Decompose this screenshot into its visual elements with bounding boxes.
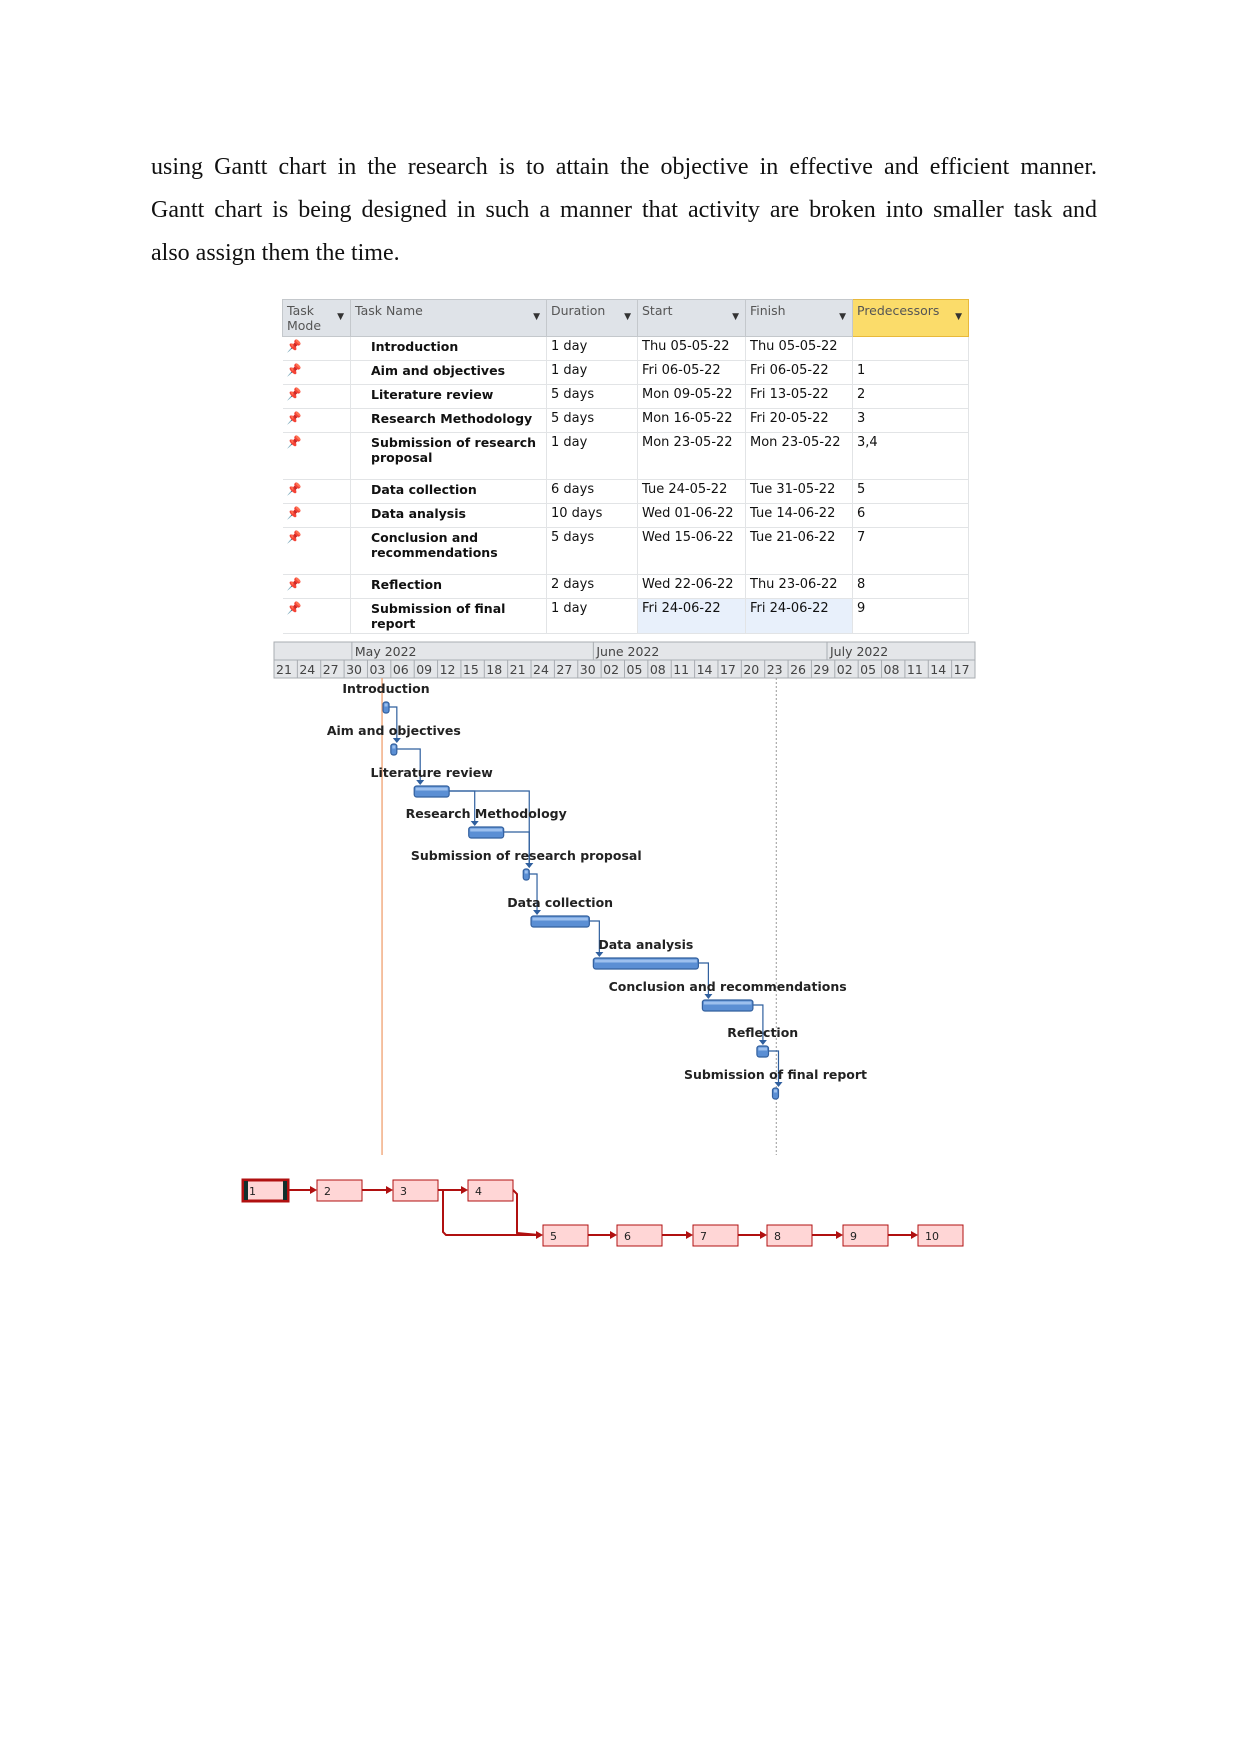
task-bar-label: Reflection — [727, 1025, 798, 1040]
task-bar-highlight — [758, 1047, 767, 1051]
network-edge — [512, 1189, 540, 1236]
network-node-label: 3 — [400, 1185, 407, 1198]
tick-label: 18 — [486, 662, 502, 677]
network-node-label: 5 — [550, 1230, 557, 1243]
tick-label: 08 — [884, 662, 900, 677]
task-bar-highlight — [470, 828, 503, 832]
month-label: June 2022 — [595, 644, 659, 659]
tick-label: 05 — [860, 662, 876, 677]
tick-label: 14 — [697, 662, 713, 677]
network-node-label: 10 — [925, 1230, 939, 1243]
tick-label: 02 — [837, 662, 853, 677]
tick-label: 06 — [393, 662, 409, 677]
tick-label: 24 — [533, 662, 549, 677]
task-bar-label: Introduction — [342, 681, 429, 696]
network-node-label: 7 — [700, 1230, 707, 1243]
task-bar-label: Data analysis — [598, 937, 693, 952]
dependency-arrow-icon — [595, 952, 604, 957]
dependency-arrow-icon — [392, 738, 401, 743]
network-arrow-icon — [686, 1231, 693, 1239]
task-bar-highlight — [415, 787, 448, 791]
tick-label: 02 — [603, 662, 619, 677]
network-arrow-icon — [610, 1231, 617, 1239]
tick-label: 27 — [556, 662, 572, 677]
network-node-label: 1 — [249, 1185, 256, 1198]
month-label: May 2022 — [355, 644, 417, 659]
gantt-chart: May 2022 June 2022 July 202221 24 27 30 03 06 09… — [241, 641, 976, 1247]
tick-label: 27 — [323, 662, 339, 677]
task-bar-highlight — [392, 745, 396, 749]
tick-label: 14 — [930, 662, 946, 677]
tick-label: 17 — [954, 662, 970, 677]
network-arrow-icon — [911, 1231, 918, 1239]
tick-label: 15 — [463, 662, 479, 677]
dependency-arrow-icon — [416, 780, 425, 785]
tick-label: 30 — [346, 662, 362, 677]
task-bar-label: Submission of research proposal — [411, 848, 642, 863]
tick-label: 05 — [627, 662, 643, 677]
task-bar-highlight — [773, 1089, 777, 1093]
node-marker — [283, 1181, 287, 1200]
tick-label: 12 — [440, 662, 456, 677]
tick-label: 20 — [743, 662, 759, 677]
tick-label: 21 — [510, 662, 526, 677]
tick-label: 11 — [907, 662, 923, 677]
month-label: July 2022 — [829, 644, 888, 659]
task-bar-highlight — [524, 870, 528, 874]
dependency-arrow-icon — [470, 821, 479, 826]
network-arrow-icon — [310, 1186, 317, 1194]
task-bar-highlight — [532, 917, 588, 921]
task-bar-highlight — [594, 959, 697, 963]
task-bar-label: Submission of final report — [684, 1067, 867, 1082]
task-bar-label: Research Methodology — [406, 806, 567, 821]
network-arrow-icon — [536, 1231, 543, 1239]
network-node-label: 8 — [774, 1230, 781, 1243]
tick-label: 24 — [299, 662, 315, 677]
dependency-arrow-icon — [525, 863, 534, 868]
task-bar-label: Data collection — [507, 895, 613, 910]
task-bar-highlight — [703, 1001, 752, 1005]
network-arrow-icon — [760, 1231, 767, 1239]
tick-label: 29 — [813, 662, 829, 677]
tick-label: 08 — [650, 662, 666, 677]
network-node-label: 6 — [624, 1230, 631, 1243]
tick-label: 21 — [276, 662, 292, 677]
dependency-arrow-icon — [758, 1040, 767, 1045]
tick-label: 30 — [580, 662, 596, 677]
network-node-label: 9 — [850, 1230, 857, 1243]
network-node-label: 2 — [324, 1185, 331, 1198]
tick-label: 09 — [416, 662, 432, 677]
task-bar-highlight — [384, 703, 388, 707]
task-bar-label: Aim and objectives — [327, 723, 461, 738]
network-arrow-icon — [836, 1231, 843, 1239]
dependency-arrow-icon — [704, 994, 713, 999]
tick-label: 03 — [369, 662, 385, 677]
tick-label: 23 — [767, 662, 783, 677]
task-bar-label: Conclusion and recommendations — [609, 979, 847, 994]
network-node-label: 4 — [475, 1185, 482, 1198]
task-bar-label: Literature review — [371, 765, 494, 780]
node-marker — [244, 1181, 248, 1200]
network-arrow-icon — [461, 1186, 468, 1194]
network-arrow-icon — [386, 1186, 393, 1194]
tick-label: 17 — [720, 662, 736, 677]
dependency-arrow-icon — [774, 1082, 783, 1087]
tick-label: 11 — [673, 662, 689, 677]
tick-label: 26 — [790, 662, 806, 677]
dependency-arrow-icon — [533, 910, 542, 915]
